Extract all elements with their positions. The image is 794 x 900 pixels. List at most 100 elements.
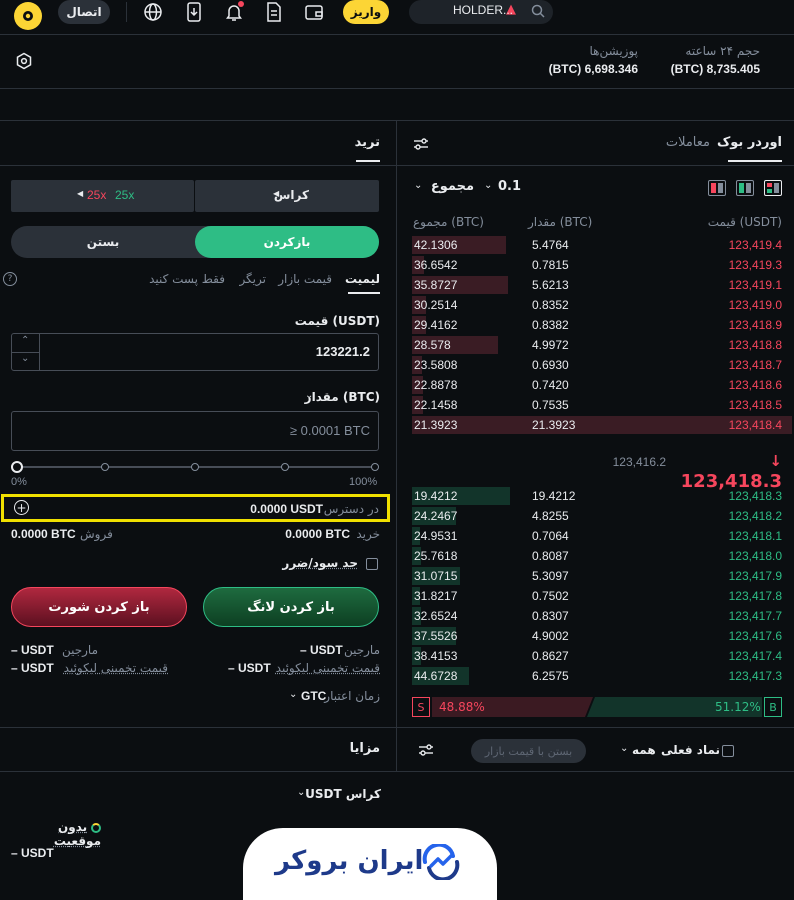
download-app-icon[interactable] bbox=[182, 0, 206, 24]
bid-row[interactable]: 123,417.6 4.9002 37.5526 bbox=[412, 626, 792, 646]
ask-row[interactable]: 123,418.4 21.3923 21.3923 bbox=[412, 415, 792, 435]
col-price-header: قیمت (USDT) bbox=[707, 215, 782, 229]
bid-row[interactable]: 123,417.4 0.8627 38.4153 bbox=[412, 646, 792, 666]
open-short-button[interactable]: باز کردن شورت bbox=[11, 587, 187, 627]
search-bar[interactable]: ▲ HOLDER... bbox=[409, 0, 553, 24]
ratio-bar: S 48.88% 51.12% B bbox=[412, 697, 782, 717]
group-select[interactable]: مجموع ⌄ bbox=[414, 179, 474, 197]
filter-settings-icon[interactable] bbox=[418, 743, 434, 760]
tab-trigger[interactable]: تریگر bbox=[239, 272, 266, 286]
ask-row[interactable]: 123,419.1 5.6213 35.8727 bbox=[412, 275, 792, 295]
account-mode-select[interactable]: ⌄ USDT کراس bbox=[297, 787, 381, 803]
order-amount: 0.8307 bbox=[532, 609, 569, 623]
close-all-market-button[interactable]: بستن با قیمت بازار bbox=[471, 739, 586, 763]
bid-row[interactable]: 123,418.3 19.4212 19.4212 bbox=[412, 486, 792, 506]
order-amount: 0.7502 bbox=[532, 589, 569, 603]
ask-row[interactable]: 123,419.4 5.4764 42.1306 bbox=[412, 235, 792, 255]
slider-tick[interactable] bbox=[281, 463, 289, 471]
ask-row[interactable]: 123,418.9 0.8382 29.4162 bbox=[412, 315, 792, 335]
long-liq-value: – USDT bbox=[228, 661, 271, 675]
bid-row[interactable]: 123,417.9 5.3097 31.0715 bbox=[412, 566, 792, 586]
bid-row[interactable]: 123,418.2 4.8255 24.2467 bbox=[412, 506, 792, 526]
view-both-icon[interactable] bbox=[764, 180, 782, 196]
slider-tick[interactable] bbox=[101, 463, 109, 471]
leverage-select[interactable]: 25x 25x ◀ bbox=[11, 180, 194, 212]
tab-close-position[interactable]: بستن bbox=[11, 226, 195, 258]
bell-icon[interactable] bbox=[222, 0, 246, 24]
divider bbox=[0, 165, 396, 166]
slider-tick[interactable] bbox=[191, 463, 199, 471]
order-total: 38.4153 bbox=[414, 649, 458, 663]
order-price: 123,417.9 bbox=[728, 569, 782, 583]
bid-row[interactable]: 123,417.3 6.2575 44.6728 bbox=[412, 666, 792, 686]
chevron-down-icon: ⌄ bbox=[484, 180, 493, 191]
bid-row[interactable]: 123,417.7 0.8307 32.6524 bbox=[412, 606, 792, 626]
orderbook-settings-icon[interactable] bbox=[413, 137, 429, 154]
volume-value: (BTC) 8,735.405 bbox=[670, 62, 760, 76]
divider bbox=[397, 165, 794, 166]
ask-row[interactable]: 123,418.8 4.9972 28.578 bbox=[412, 335, 792, 355]
tab-orderbook[interactable]: اوردر بوک bbox=[700, 135, 782, 150]
slider-thumb[interactable] bbox=[11, 461, 23, 473]
price-label: قیمت (USDT) bbox=[294, 314, 380, 328]
price-input[interactable]: ⌃ ⌄ 123221.2 bbox=[11, 333, 379, 371]
margin-mode-select[interactable]: کراس ◀ bbox=[195, 180, 379, 212]
qty-slider[interactable] bbox=[11, 460, 379, 476]
arrow-down-icon: ↓ bbox=[769, 452, 782, 470]
bid-row[interactable]: 123,418.0 0.8087 25.7618 bbox=[412, 546, 792, 566]
tif-select[interactable]: ⌄ GTC bbox=[289, 689, 329, 705]
chevron-down-icon[interactable]: ⌄ bbox=[21, 353, 29, 364]
filter-all-select[interactable]: ⌄ همه bbox=[620, 743, 660, 759]
long-margin-value: – USDT bbox=[300, 643, 343, 657]
order-price: 123,417.3 bbox=[728, 669, 782, 683]
view-asks-icon[interactable] bbox=[708, 180, 726, 196]
order-price: 123,419.3 bbox=[728, 258, 782, 272]
bid-row[interactable]: 123,418.1 0.7064 24.9531 bbox=[412, 526, 792, 546]
globe-icon[interactable] bbox=[141, 0, 165, 24]
ask-row[interactable]: 123,418.5 0.7535 22.1458 bbox=[412, 395, 792, 415]
tab-open-position[interactable]: بازکردن bbox=[195, 226, 379, 258]
order-price: 123,418.3 bbox=[728, 489, 782, 503]
bid-row[interactable]: 123,417.8 0.7502 31.8217 bbox=[412, 586, 792, 606]
settings-hex-icon[interactable] bbox=[15, 52, 33, 73]
tab-trades[interactable]: معاملات bbox=[640, 135, 710, 150]
order-amount: 4.9972 bbox=[532, 338, 569, 352]
connect-button[interactable]: اتصال bbox=[58, 0, 110, 24]
add-funds-icon[interactable]: + bbox=[14, 500, 29, 515]
price-stepper[interactable]: ⌃ ⌄ bbox=[12, 334, 40, 370]
view-bids-icon[interactable] bbox=[736, 180, 754, 196]
order-amount: 5.4764 bbox=[532, 238, 569, 252]
order-amount: 4.9002 bbox=[532, 629, 569, 643]
divider bbox=[0, 771, 794, 772]
order-amount: 0.7064 bbox=[532, 529, 569, 543]
open-long-button[interactable]: باز کردن لانگ bbox=[203, 587, 379, 627]
tab-limit[interactable]: لیمیت bbox=[345, 272, 380, 286]
qty-label-select[interactable]: مقدار (BTC) ⌄ bbox=[250, 390, 380, 406]
tick-size-select[interactable]: ⌄ 0.1 bbox=[484, 179, 524, 197]
order-total: 22.1458 bbox=[414, 398, 458, 412]
qty-input[interactable]: ≥ 0.0001 BTC bbox=[11, 411, 379, 451]
chevron-up-icon[interactable]: ⌃ bbox=[21, 335, 29, 346]
tab-post-only[interactable]: فقط پست کنید bbox=[149, 272, 225, 286]
wallet-icon[interactable] bbox=[302, 0, 326, 24]
tab-market[interactable]: قیمت بازار bbox=[278, 272, 332, 286]
ask-row[interactable]: 123,419.3 0.7815 36.6542 bbox=[412, 255, 792, 275]
help-icon[interactable]: ? bbox=[3, 272, 17, 286]
ask-row[interactable]: 123,418.6 0.7420 22.8878 bbox=[412, 375, 792, 395]
buy-letter-badge: B bbox=[764, 697, 782, 717]
tpsl-label: حد سود/ضرر bbox=[282, 556, 358, 570]
logo-icon[interactable] bbox=[14, 2, 42, 30]
ask-row[interactable]: 123,419.0 0.8352 30.2514 bbox=[412, 295, 792, 315]
slider-min-label: 0% bbox=[11, 476, 27, 488]
price-value: 123221.2 bbox=[315, 344, 370, 359]
deposit-button[interactable]: واریز bbox=[343, 0, 389, 24]
current-symbol-checkbox[interactable] bbox=[722, 745, 734, 757]
volume-label: حجم ۲۴ ساعته bbox=[685, 44, 760, 58]
order-amount: 21.3923 bbox=[532, 418, 576, 432]
tpsl-checkbox[interactable] bbox=[366, 558, 378, 570]
order-price: 123,418.2 bbox=[728, 509, 782, 523]
slider-tick[interactable] bbox=[371, 463, 379, 471]
col-amount-header: مقدار (BTC) bbox=[528, 215, 593, 229]
orders-icon[interactable] bbox=[262, 0, 286, 24]
ask-row[interactable]: 123,418.7 0.6930 23.5808 bbox=[412, 355, 792, 375]
